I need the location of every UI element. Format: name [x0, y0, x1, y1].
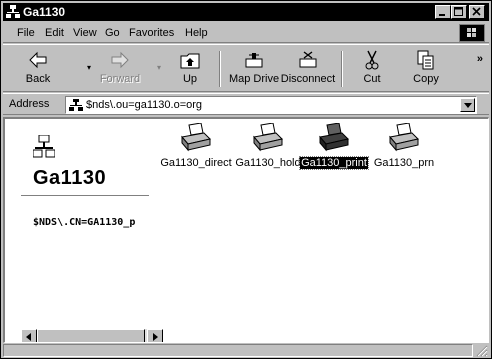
printer-label: Ga1130_prn [373, 157, 435, 169]
address-value: $nds\.ou=ga1130.o=org [86, 99, 203, 111]
forward-arrow-icon [111, 51, 129, 69]
scissors-icon [365, 50, 379, 70]
network-icon [6, 5, 20, 19]
folder-title: Ga1130 [33, 167, 107, 189]
forward-button[interactable]: Forward [91, 49, 149, 89]
chevron-right-icon [153, 333, 158, 341]
folder-path: $NDS\.CN=GA1130_p [33, 217, 136, 228]
printer-label: Ga1130_hold [235, 157, 301, 169]
toolbar-more-chevron[interactable]: » [477, 53, 483, 65]
printer-icon [389, 123, 419, 152]
back-button[interactable]: Back [9, 49, 67, 89]
network-icon [32, 134, 56, 159]
printer-label: Ga1130_direct [160, 157, 232, 169]
copy-icon [417, 50, 434, 70]
address-bar: Address $nds\.ou=ga1130.o=org [3, 93, 489, 115]
scroll-left-button[interactable] [21, 329, 37, 342]
horizontal-scrollbar[interactable] [21, 329, 163, 342]
map-drive-label: Map Drive [228, 73, 280, 85]
back-arrow-icon [29, 51, 47, 69]
disconnect-icon [299, 51, 317, 68]
up-button[interactable]: Up [161, 49, 219, 89]
address-label: Address [9, 98, 50, 110]
map-drive-icon [245, 53, 263, 68]
printer-item-print[interactable]: Ga1130_print [295, 123, 373, 170]
standard-toolbar: Back ▾ Forward ▾ Up Map Drive Disconnect… [3, 44, 489, 92]
printer-icon [319, 123, 349, 152]
copy-button[interactable]: Copy [397, 49, 455, 89]
network-icon [69, 99, 83, 111]
address-dropdown-button[interactable] [460, 98, 475, 112]
printer-item-prn[interactable]: Ga1130_prn [365, 123, 443, 169]
address-input[interactable]: $nds\.ou=ga1130.o=org [65, 96, 477, 114]
resize-grip-icon[interactable] [475, 344, 488, 357]
forward-label: Forward [99, 73, 141, 85]
folder-up-icon [180, 53, 200, 69]
map-drive-button[interactable]: Map Drive [225, 49, 283, 89]
cut-button[interactable]: Cut [343, 49, 401, 89]
printer-item-direct[interactable]: Ga1130_direct [157, 123, 235, 169]
chevron-left-icon [26, 333, 31, 341]
back-label: Back [25, 73, 51, 85]
close-button[interactable] [469, 5, 485, 19]
status-bar [3, 343, 489, 358]
explorer-window: Ga1130 File Edit View Go Favorites Help [0, 0, 492, 359]
cut-label: Cut [363, 73, 381, 85]
copy-label: Copy [413, 73, 439, 85]
menu-file[interactable]: File [17, 27, 35, 39]
disconnect-label: Disconnect [280, 73, 336, 85]
menu-favorites[interactable]: Favorites [129, 27, 174, 39]
menu-view[interactable]: View [73, 27, 97, 39]
scroll-right-button[interactable] [147, 329, 163, 342]
window-title: Ga1130 [23, 5, 66, 19]
minimize-button[interactable] [435, 5, 451, 19]
menu-edit[interactable]: Edit [45, 27, 64, 39]
title-bar[interactable]: Ga1130 [3, 3, 489, 21]
chevron-down-icon [464, 103, 472, 108]
scroll-thumb[interactable] [37, 329, 145, 342]
status-text [3, 344, 473, 357]
printer-icon [253, 123, 283, 152]
folder-title-divider [21, 195, 149, 196]
disconnect-button[interactable]: Disconnect [279, 49, 337, 89]
menu-bar: File Edit View Go Favorites Help [3, 23, 489, 43]
folder-view[interactable]: Ga1130 $NDS\.CN=GA1130_p Ga1130_direct G… [3, 117, 489, 343]
menu-help[interactable]: Help [185, 27, 208, 39]
printer-label: Ga1130_print [299, 156, 369, 170]
toolbar-separator [219, 51, 221, 87]
folder-info-panel: Ga1130 $NDS\.CN=GA1130_p [5, 119, 155, 339]
printer-icon [181, 123, 211, 152]
maximize-button[interactable] [451, 5, 467, 19]
up-label: Up [182, 73, 198, 85]
menu-go[interactable]: Go [105, 27, 120, 39]
windows-logo-icon [459, 24, 485, 42]
